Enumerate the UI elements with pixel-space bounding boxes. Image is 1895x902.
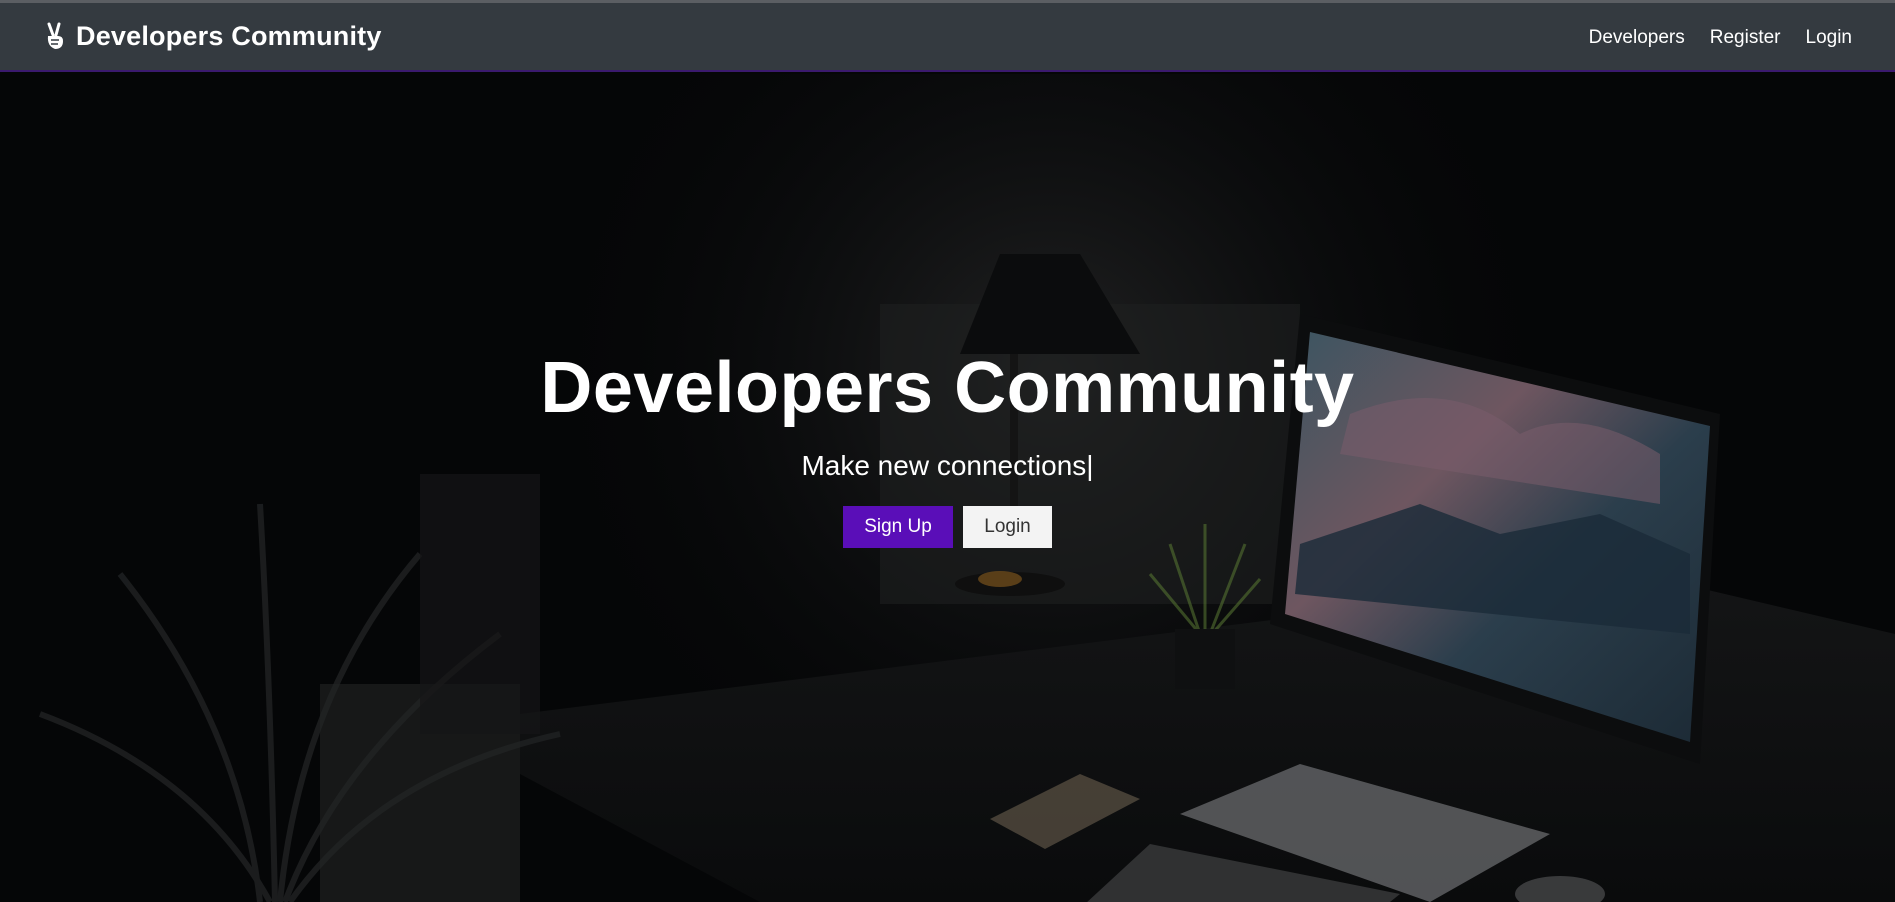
signup-button[interactable]: Sign Up: [843, 506, 953, 548]
nav-login-link[interactable]: Login: [1806, 27, 1853, 49]
hero-content: Developers Community Make new connection…: [0, 352, 1895, 548]
hero-buttons: Sign Up Login: [0, 506, 1895, 548]
hero-section: Developers Community Make new connection…: [0, 74, 1895, 902]
brand-title: Developers Community: [76, 21, 382, 51]
hero-title: Developers Community: [540, 348, 1355, 428]
hero-subtitle: Make new connections|: [0, 450, 1895, 482]
nav-links: Developers Register Login: [1589, 27, 1852, 49]
nav-register-link[interactable]: Register: [1710, 27, 1781, 49]
navbar: Developers Community Developers Register…: [0, 3, 1895, 72]
typing-cursor: |: [1086, 450, 1094, 481]
hero-subtitle-text: Make new connections: [801, 450, 1087, 481]
nav-developers-link[interactable]: Developers: [1589, 27, 1685, 49]
login-button[interactable]: Login: [963, 506, 1052, 548]
brand-link[interactable]: Developers Community: [44, 21, 382, 52]
peace-hand-icon: [44, 22, 68, 52]
